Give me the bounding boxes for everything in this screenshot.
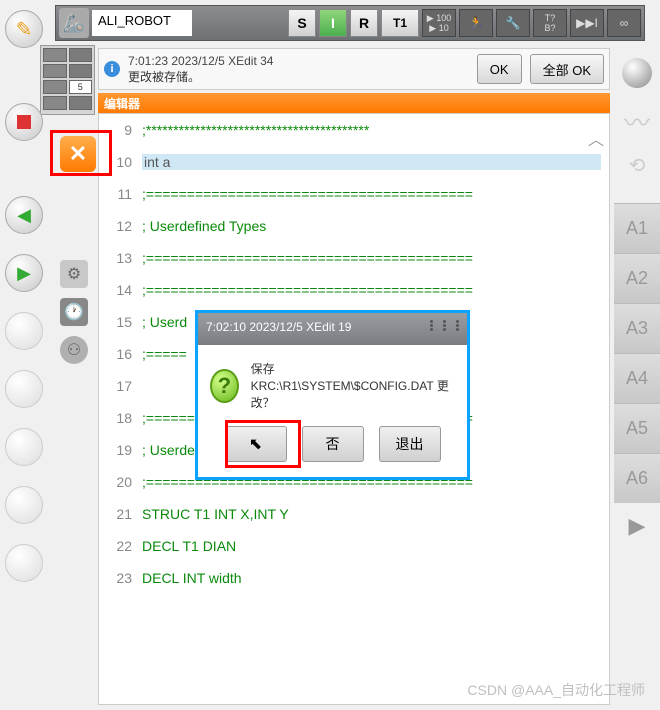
dialog-title-bar: 7:02:10 2023/12/5 XEdit 19 <box>198 313 467 345</box>
info-icon: i <box>104 61 120 77</box>
all-ok-button[interactable]: 全部 OK <box>530 54 604 84</box>
infinity-icon[interactable]: ∞ <box>607 9 641 37</box>
speed-indicator[interactable]: ▶ 100▶ 10 <box>422 9 456 37</box>
group-icon[interactable]: ⚇ <box>60 336 88 364</box>
message-bar: i 7:01:23 2023/12/5 XEdit 34 更改被存储。 OK 全… <box>98 48 610 90</box>
watermark: CSDN @AAA_自动化工程师 <box>467 680 645 700</box>
code-line[interactable]: 14;=====================================… <box>99 274 609 306</box>
mode-s-button[interactable]: S <box>288 9 316 37</box>
question-icon: ? <box>210 369 239 403</box>
axis-a2[interactable]: A2 <box>614 253 660 303</box>
mode-r-button[interactable]: R <box>350 9 378 37</box>
message-text: 7:01:23 2023/12/5 XEdit 34 更改被存储。 <box>128 54 469 85</box>
tool-icon[interactable]: 🔧 <box>496 9 530 37</box>
step-back-button[interactable]: ◀ <box>5 196 43 234</box>
code-line[interactable]: 11;=====================================… <box>99 178 609 210</box>
axis-a5[interactable]: A5 <box>614 403 660 453</box>
code-line[interactable]: 21STRUC T1 INT X,INT Y <box>99 498 609 530</box>
skip-icon[interactable]: ▶▶I <box>570 9 604 37</box>
dialog-yes-button[interactable]: ⬉ <box>225 426 287 462</box>
empty-button-2[interactable] <box>5 370 43 408</box>
curve-icon: 〰 <box>619 103 655 153</box>
axis-a6[interactable]: A6 <box>614 453 660 503</box>
left-button-rail: ✎ ◀ ▶ <box>0 0 48 710</box>
code-line[interactable]: 23DECL INT width <box>99 562 609 594</box>
save-dialog: 7:02:10 2023/12/5 XEdit 19 ? 保存 KRC:\R1\… <box>195 310 470 480</box>
code-line[interactable]: 22DECL T1 DIAN <box>99 530 609 562</box>
code-line[interactable]: 13;=====================================… <box>99 242 609 274</box>
empty-button-5[interactable] <box>5 544 43 582</box>
ok-button[interactable]: OK <box>477 54 522 84</box>
run-icon[interactable]: 🏃 <box>459 9 493 37</box>
top-toolbar: 🦾 ALI_ROBOT S I R T1 ▶ 100▶ 10 🏃 🔧 T?B? … <box>55 5 645 41</box>
clock-icon[interactable]: 🕐 <box>60 298 88 326</box>
tb-question-icon[interactable]: T?B? <box>533 9 567 37</box>
code-line[interactable]: 12; Userdefined Types <box>99 210 609 242</box>
dialog-no-button[interactable]: 否 <box>302 426 364 462</box>
globe-icon[interactable] <box>622 58 652 88</box>
dialog-message: 保存 KRC:\R1\SYSTEM\$CONFIG.DAT 更改？ <box>251 360 455 411</box>
jog-icon[interactable]: ⟲ <box>619 153 655 203</box>
mode-i-button[interactable]: I <box>319 9 347 37</box>
empty-button-3[interactable] <box>5 428 43 466</box>
edit-pencil-button[interactable]: ✎ <box>5 10 43 48</box>
collapse-up-icon[interactable]: ︿ <box>588 126 604 150</box>
close-editor-button[interactable]: ✕ <box>60 136 96 172</box>
axis-a3[interactable]: A3 <box>614 303 660 353</box>
right-play-icon[interactable]: ▶ <box>629 513 646 539</box>
dialog-exit-button[interactable]: 退出 <box>379 426 441 462</box>
gear-icon[interactable]: ⚙ <box>60 260 88 288</box>
axis-a4[interactable]: A4 <box>614 353 660 403</box>
robot-name-field[interactable]: ALI_ROBOT <box>92 10 192 36</box>
mode-t1-button[interactable]: T1 <box>381 9 419 37</box>
status-panel: 5 <box>40 45 95 115</box>
empty-button-1[interactable] <box>5 312 43 350</box>
axis-a1[interactable]: A1 <box>614 203 660 253</box>
left-tool-strip: ⚙ 🕐 ⚇ <box>60 260 95 364</box>
robot-icon: 🦾 <box>59 8 89 38</box>
play-button[interactable]: ▶ <box>5 254 43 292</box>
code-line[interactable]: 10int a <box>99 146 609 178</box>
stop-button[interactable] <box>5 103 43 141</box>
empty-button-4[interactable] <box>5 486 43 524</box>
right-axis-rail: 〰 ⟲ A1A2A3A4A5A6 ▶ <box>614 50 660 700</box>
editor-title-bar: 编辑器 <box>98 93 610 113</box>
code-line[interactable]: 9;**************************************… <box>99 114 609 146</box>
